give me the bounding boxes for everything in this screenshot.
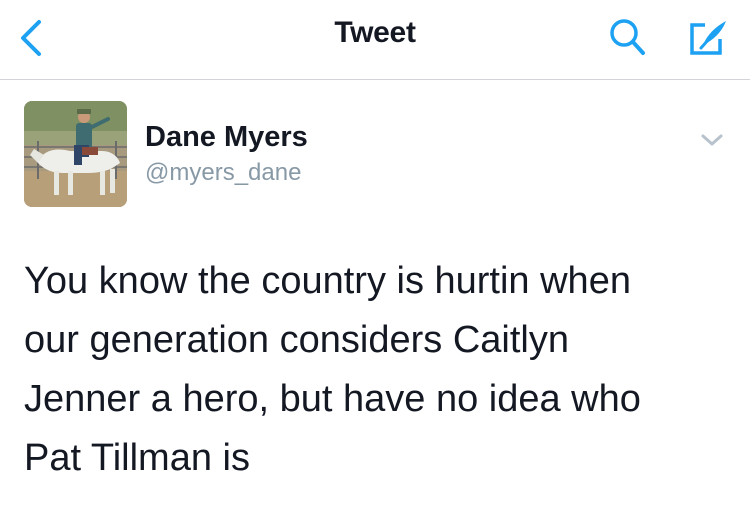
tweet-text: You know the country is hurtin when our …	[24, 252, 724, 488]
avatar-photo	[24, 101, 127, 207]
tweet-text-line: You know the country is hurtin when	[24, 260, 631, 302]
chevron-down-icon	[701, 134, 723, 146]
compose-button[interactable]	[678, 10, 738, 66]
compose-icon	[690, 21, 726, 55]
author-handle[interactable]: @myers_dane	[145, 159, 301, 187]
navigation-bar: Tweet	[0, 0, 750, 80]
search-icon	[610, 19, 645, 55]
avatar[interactable]	[24, 101, 127, 207]
search-button[interactable]	[598, 10, 658, 66]
tweet-text-line: Jenner a hero, but have no idea who	[24, 378, 641, 420]
tweet-text-line: Pat Tillman is	[24, 437, 250, 479]
tweet-author-header: Dane Myers @myers_dane	[24, 101, 726, 209]
author-name[interactable]: Dane Myers	[145, 121, 308, 154]
tweet-detail-screen: Tweet Dane Myers @myers_dane You know th…	[0, 0, 750, 505]
tweet-text-line: our generation considers Caitlyn	[24, 319, 569, 361]
tweet-options-button[interactable]	[694, 125, 730, 155]
